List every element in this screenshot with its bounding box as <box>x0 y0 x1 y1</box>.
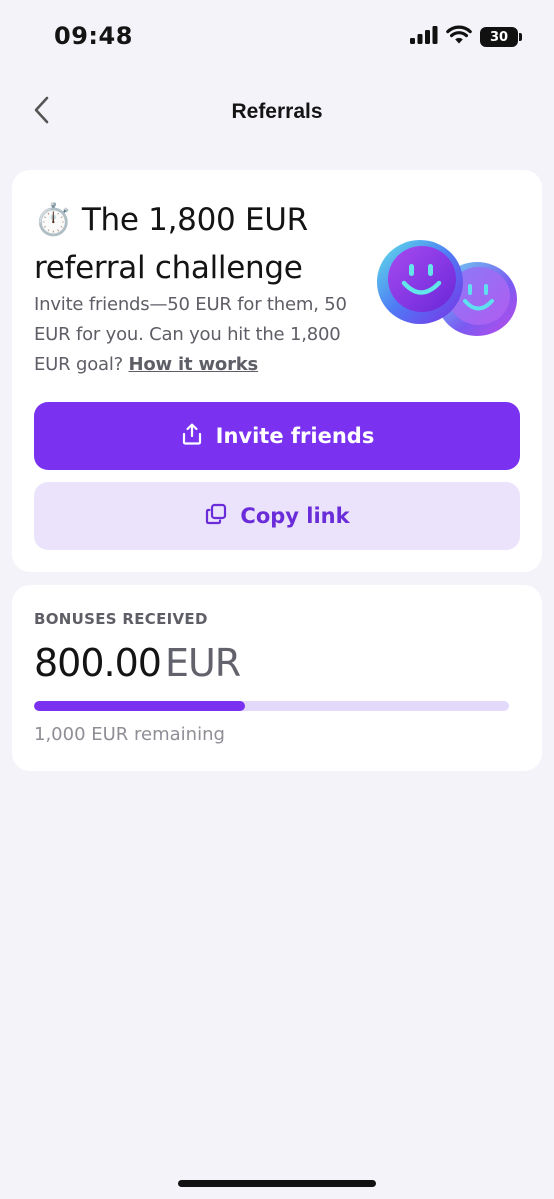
challenge-title-text: The 1,800 EUR referral challenge <box>34 202 308 286</box>
smiley-coins-illustration <box>376 234 524 344</box>
bonuses-card: BONUSES RECEIVED 800.00 EUR 1,000 EUR rem… <box>12 585 542 771</box>
copy-link-label: Copy link <box>240 504 350 528</box>
bonus-currency: EUR <box>164 641 241 685</box>
bonus-progress-bar <box>34 701 509 711</box>
referrals-screen: 09:48 30 Referrals ⏱️ The 1,800 EUR refe… <box>0 0 554 1199</box>
status-time: 09:48 <box>54 22 133 50</box>
copy-link-button[interactable]: Copy link <box>34 482 520 550</box>
bonus-amount: 800.00 EUR <box>34 641 241 685</box>
wifi-icon <box>446 25 472 49</box>
referral-challenge-card: ⏱️ The 1,800 EUR referral challenge Invi… <box>12 170 542 572</box>
nav-bar: Referrals <box>0 86 554 140</box>
signal-icon <box>410 25 438 49</box>
bonuses-label: BONUSES RECEIVED <box>34 610 208 628</box>
bonus-amount-value: 800.00 <box>34 641 162 685</box>
how-it-works-link[interactable]: How it works <box>129 354 259 375</box>
status-bar: 09:48 30 <box>0 0 554 70</box>
stopwatch-icon: ⏱️ <box>34 202 73 238</box>
remaining-text: 1,000 EUR remaining <box>34 724 225 745</box>
page-title: Referrals <box>231 100 323 123</box>
bonus-progress-fill <box>34 701 245 711</box>
challenge-title: ⏱️ The 1,800 EUR referral challenge <box>34 196 364 292</box>
invite-friends-label: Invite friends <box>215 424 375 448</box>
copy-icon <box>204 502 228 531</box>
invite-friends-button[interactable]: Invite friends <box>34 402 520 470</box>
coin-front <box>377 240 463 324</box>
status-icons: 30 <box>410 25 522 49</box>
battery-indicator: 30 <box>480 27 522 47</box>
battery-level: 30 <box>489 29 509 45</box>
challenge-description: Invite friends—50 EUR for them, 50 EUR f… <box>34 290 364 380</box>
share-icon <box>180 422 204 451</box>
home-indicator <box>178 1180 376 1187</box>
